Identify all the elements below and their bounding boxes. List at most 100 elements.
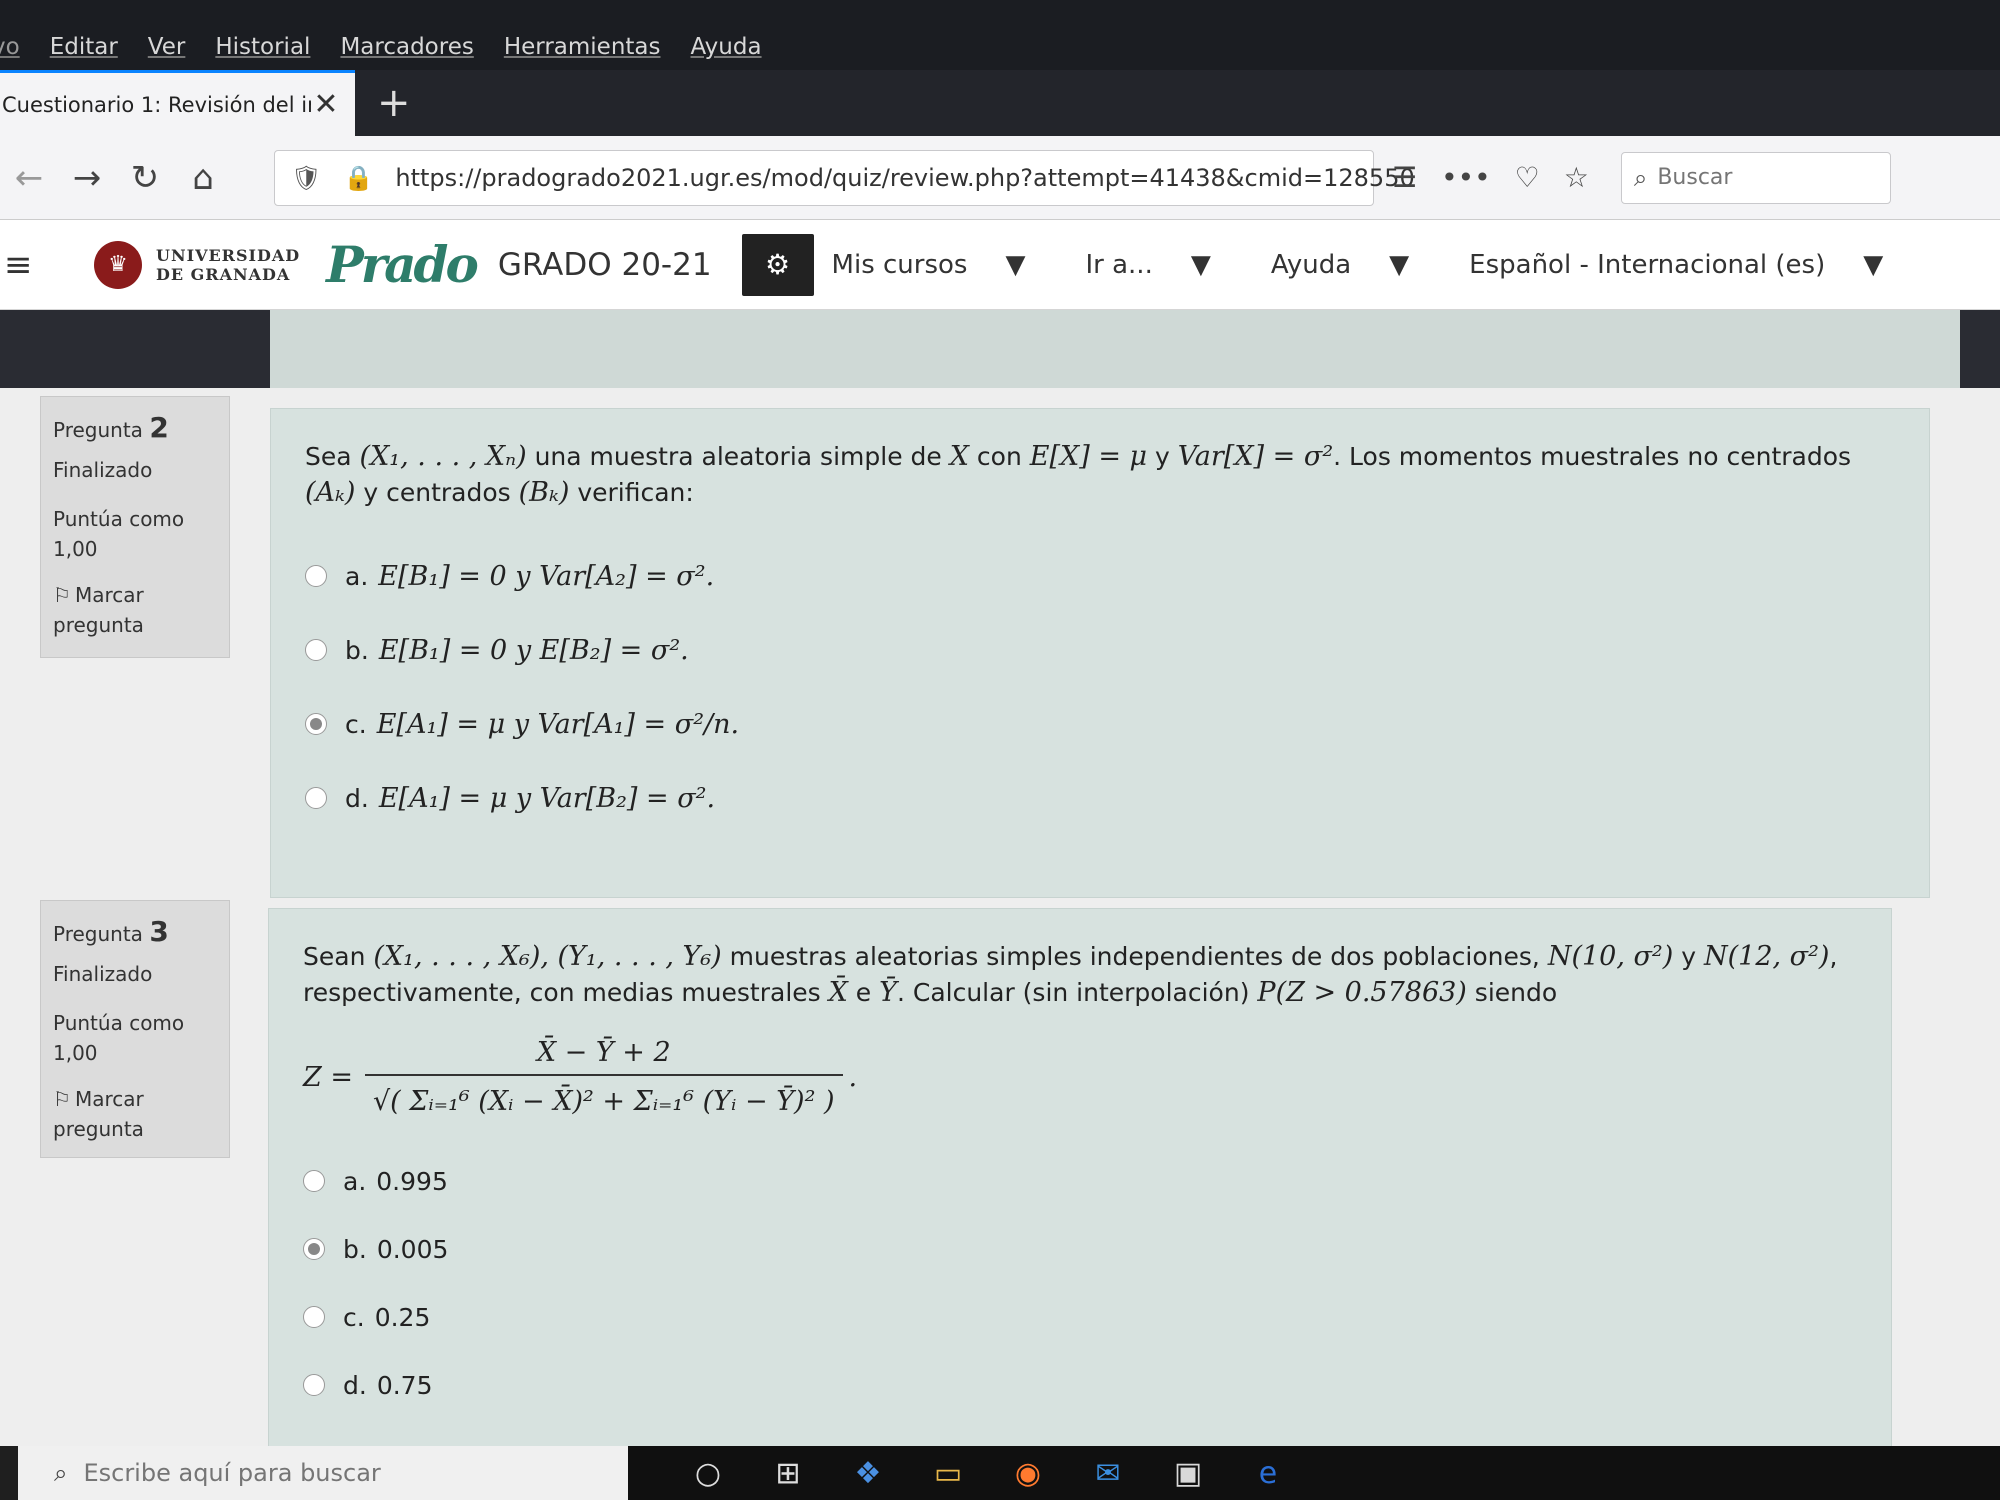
formula-table: Z = X̄ − Ȳ + 2 . √( Σᵢ₌₁⁶ (Xᵢ − X̄)² + Σ… (303, 1037, 857, 1117)
question-state: Finalizado (53, 458, 153, 482)
menu-my-courses[interactable]: Mis cursos ▼ (832, 250, 1056, 280)
tab-bar: Cuestionario 1: Revisión del int ✕ + (0, 70, 2000, 136)
radio-button[interactable] (305, 565, 327, 587)
search-input[interactable] (1657, 165, 1858, 190)
back-arrow-icon[interactable]: ← (0, 158, 58, 198)
site-header: ≡ ♛ UNIVERSIDAD DE GRANADA Prado GRADO 2… (0, 220, 2000, 310)
cortana-icon[interactable]: ○ (668, 1456, 748, 1491)
question-content-2: Sea (X₁, . . . , Xₙ) una muestra aleator… (270, 408, 1930, 898)
menu-help[interactable]: Ayuda (691, 34, 762, 60)
formula-lhs: Z = (303, 1061, 353, 1093)
search-icon: ⌕ (1633, 163, 1648, 192)
url-bar[interactable]: 🛡 🔒 https://pradogrado2021.ugr.es/mod/qu… (274, 149, 1415, 206)
forward-arrow-icon[interactable]: → (58, 158, 116, 198)
formula-end: . (848, 1061, 858, 1093)
store-icon[interactable]: ▣ (1148, 1456, 1228, 1491)
task-view-icon[interactable]: ⊞ (748, 1456, 828, 1491)
file-explorer-icon[interactable]: ▭ (908, 1456, 988, 1491)
menu-bookmarks[interactable]: Marcadores (340, 34, 473, 60)
taskbar-search[interactable]: ⌕ (18, 1446, 628, 1500)
university-name[interactable]: UNIVERSIDAD DE GRANADA (156, 246, 300, 284)
reload-icon[interactable]: ↻ (116, 158, 174, 198)
question-grade: Puntúa como 1,00 (53, 1011, 185, 1065)
url-text[interactable]: https://pradogrado2021.ugr.es/mod/quiz/r… (395, 164, 1414, 192)
new-tab-plus-icon[interactable]: + (377, 80, 411, 126)
windows-taskbar: ⌕ ○ ⊞ ❖ ▭ ◉ ✉ ▣ e (0, 1446, 2000, 1500)
formula-denominator: √( Σᵢ₌₁⁶ (Xᵢ − X̄)² + Σᵢ₌₁⁶ (Yᵢ − Ȳ)² ) (372, 1086, 835, 1117)
caret-down-icon: ▼ (1190, 249, 1211, 280)
university-seal-icon[interactable]: ♛ (94, 240, 142, 289)
start-button[interactable] (0, 1446, 18, 1500)
question-text: Sea (X₁, . . . , Xₙ) una muestra aleator… (305, 441, 1852, 508)
radio-button-selected[interactable] (305, 713, 327, 735)
site-menu: Mis cursos ▼ Ir a... ▼ Ayuda ▼ Español - In… (832, 250, 1944, 280)
flag-question-link[interactable]: ⚐ Marcar pregunta (53, 580, 217, 640)
dropbox-icon[interactable]: ❖ (828, 1456, 908, 1491)
radio-button[interactable] (303, 1170, 325, 1192)
answer-option-a[interactable]: a. 0.995 (303, 1147, 1857, 1215)
answer-option-d[interactable]: d. 0.75 (303, 1351, 1857, 1419)
question-number: Pregunta 2 (53, 411, 169, 444)
answer-option-b[interactable]: b. 0.005 (303, 1215, 1857, 1283)
page-actions-icon[interactable]: ••• (1441, 161, 1491, 194)
menu-file[interactable]: vo (0, 34, 20, 60)
shield-icon[interactable]: 🛡 (291, 164, 321, 192)
answer-option-a[interactable]: a. E[B₁] = 0 y Var[A₂] = σ². (305, 539, 1895, 613)
bookmark-star-icon[interactable]: ☆ (1564, 161, 1589, 194)
radio-button[interactable] (303, 1374, 325, 1396)
radio-button[interactable] (303, 1306, 325, 1328)
answer-option-d[interactable]: d. E[A₁] = μ y Var[B₂] = σ². (305, 761, 1895, 835)
pocket-icon[interactable]: ♡ (1515, 161, 1540, 194)
question-state: Finalizado (53, 962, 153, 986)
flag-icon: ⚐ (53, 1087, 71, 1111)
answer-option-c[interactable]: c. E[A₁] = μ y Var[A₁] = σ²/n. (305, 687, 1895, 761)
tab-title: Cuestionario 1: Revisión del int (2, 92, 311, 117)
answer-list: a. 0.995 b. 0.005 c. 0.25 d. 0.75 (303, 1147, 1857, 1419)
mail-icon[interactable]: ✉ (1068, 1456, 1148, 1491)
question-number: Pregunta 3 (53, 915, 169, 948)
prado-logo[interactable]: Prado (326, 235, 479, 294)
quiz-review-page: Pregunta 2 Finalizado Puntúa como 1,00 ⚐… (0, 388, 2000, 1448)
menu-site-help[interactable]: Ayuda ▼ (1271, 250, 1439, 280)
previous-question-strip (270, 310, 1960, 388)
home-icon[interactable]: ⌂ (174, 158, 232, 198)
question-text: Sean (X₁, . . . , X₆), (Y₁, . . . , Y₆) … (303, 941, 1838, 1008)
question-content-3: Sean (X₁, . . . , X₆), (Y₁, . . . , Y₆) … (268, 908, 1892, 1448)
taskbar-search-input[interactable] (83, 1459, 584, 1487)
navigation-bar: ← → ↻ ⌂ 🛡 🔒 https://pradogrado2021.ugr.e… (0, 136, 2000, 220)
tab-quiz-review[interactable]: Cuestionario 1: Revisión del int ✕ (0, 70, 355, 136)
answer-option-b[interactable]: b. E[B₁] = 0 y E[B₂] = σ². (305, 613, 1895, 687)
caret-down-icon: ▼ (1005, 249, 1026, 280)
z-formula: Z = X̄ − Ȳ + 2 . √( Σᵢ₌₁⁶ (Xᵢ − X̄)² + Σ… (303, 1037, 1857, 1117)
formula-numerator: X̄ − Ȳ + 2 (364, 1037, 843, 1076)
menu-tools[interactable]: Herramientas (504, 34, 661, 60)
site-title[interactable]: GRADO 20-21 (498, 247, 712, 283)
answer-list: a. E[B₁] = 0 y Var[A₂] = σ². b. E[B₁] = … (305, 539, 1895, 835)
menu-view[interactable]: Ver (148, 34, 186, 60)
search-icon: ⌕ (54, 1459, 68, 1487)
menu-history[interactable]: Historial (215, 34, 310, 60)
question-info-3: Pregunta 3 Finalizado Puntúa como 1,00 ⚐… (40, 900, 230, 1158)
search-box[interactable]: ⌕ (1620, 151, 1891, 204)
radio-button-selected[interactable] (303, 1238, 325, 1260)
reader-view-icon[interactable]: ☰ (1392, 161, 1417, 194)
lock-icon[interactable]: 🔒 (343, 164, 373, 192)
hamburger-menu-icon[interactable]: ≡ (4, 245, 94, 285)
caret-down-icon: ▼ (1389, 249, 1410, 280)
close-icon[interactable]: ✕ (311, 87, 341, 122)
menu-language[interactable]: Español - Internacional (es) ▼ (1469, 250, 1913, 280)
flag-question-link[interactable]: ⚐ Marcar pregunta (53, 1084, 217, 1144)
question-info-2: Pregunta 2 Finalizado Puntúa como 1,00 ⚐… (40, 396, 230, 658)
answer-option-c[interactable]: c. 0.25 (303, 1283, 1857, 1351)
question-grade: Puntúa como 1,00 (53, 507, 185, 561)
radio-button[interactable] (305, 639, 327, 661)
gear-icon[interactable]: ⚙ (741, 233, 814, 296)
menu-edit[interactable]: Editar (50, 34, 118, 60)
menu-bar: vo Editar Ver Historial Marcadores Herra… (0, 0, 2000, 70)
radio-button[interactable] (305, 787, 327, 809)
caret-down-icon: ▼ (1863, 249, 1884, 280)
firefox-icon[interactable]: ◉ (988, 1456, 1068, 1491)
menu-go-to[interactable]: Ir a... ▼ (1085, 250, 1240, 280)
taskbar-icons: ○ ⊞ ❖ ▭ ◉ ✉ ▣ e (668, 1456, 1308, 1491)
edge-icon[interactable]: e (1228, 1456, 1308, 1491)
